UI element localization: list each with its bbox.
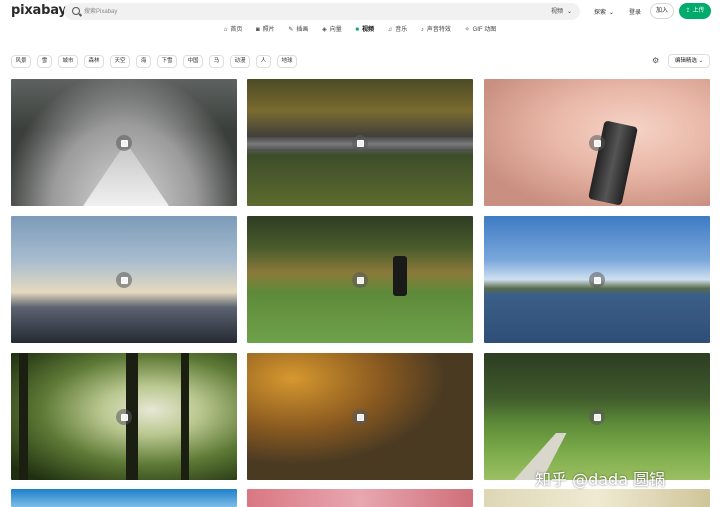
home-icon: ⌂	[223, 27, 228, 33]
gif-icon: ✧	[464, 27, 470, 33]
join-button[interactable]: 加入	[650, 3, 674, 19]
thumbnail-art	[588, 120, 638, 206]
video-thumbnail[interactable]	[484, 216, 710, 343]
video-thumbnail[interactable]	[247, 489, 473, 507]
watermark-text: 知乎 @dada 圆锅	[535, 470, 666, 489]
nav-item-gif[interactable]: ✧ GIF 动图	[465, 24, 497, 33]
vector-icon: ◈	[322, 27, 327, 33]
video-thumbnail[interactable]	[247, 216, 473, 343]
chevron-down-icon: ⌄	[698, 58, 704, 64]
thumbnail-art	[81, 149, 171, 206]
video-thumbnail[interactable]	[247, 79, 473, 206]
video-thumbnail[interactable]	[11, 353, 237, 480]
tag-chip[interactable]: 人	[256, 55, 271, 68]
tag-chip[interactable]: 马	[209, 55, 224, 68]
nav-label: 音乐	[395, 27, 408, 33]
nav-item-illustrations[interactable]: ✎ 插画	[288, 24, 308, 33]
music-icon: ♫	[387, 27, 393, 33]
tag-chip[interactable]: 下雪	[157, 55, 177, 68]
explore-label: 探索	[594, 10, 607, 16]
sound-effects-icon: ♪	[420, 27, 424, 33]
video-icon	[116, 271, 132, 288]
video-thumbnail[interactable]	[11, 79, 237, 206]
video-icon	[589, 408, 605, 425]
chevron-down-icon: ⌄	[609, 10, 615, 16]
explore-menu[interactable]: 探索 ⌄	[594, 7, 614, 16]
video-thumbnail[interactable]	[11, 489, 237, 507]
nav-item-music[interactable]: ♫ 音乐	[388, 24, 408, 33]
video-icon	[589, 271, 605, 288]
nav-label: 声音特效	[426, 27, 451, 33]
video-thumbnail[interactable]	[484, 489, 710, 507]
upload-label: 上传	[692, 8, 705, 14]
gear-icon[interactable]: ⚙	[652, 56, 659, 65]
search-type-label: 视频	[550, 9, 563, 15]
search-bar[interactable]: 搜索Pixabay 视频 ⌄	[64, 3, 580, 20]
tag-chip[interactable]: 风景	[11, 55, 31, 68]
upload-button[interactable]: ⇪ 上传	[679, 3, 711, 19]
tag-chip[interactable]: 中国	[183, 55, 203, 68]
tag-chip[interactable]: 天空	[110, 55, 130, 68]
video-icon	[116, 134, 132, 151]
camera-icon: ◙	[256, 27, 260, 33]
login-link[interactable]: 登录	[629, 7, 641, 16]
video-thumbnail[interactable]	[11, 216, 237, 343]
nav-item-photos[interactable]: ◙ 照片	[256, 24, 275, 33]
sort-dropdown[interactable]: 编辑精选 ⌄	[668, 54, 710, 68]
thumbnail-art	[393, 256, 407, 296]
tag-chip[interactable]: 动漫	[230, 55, 250, 68]
nav-item-vectors[interactable]: ◈ 向量	[322, 24, 342, 33]
upload-icon: ⇪	[685, 8, 691, 14]
video-thumbnail[interactable]	[484, 79, 710, 206]
nav-item-home[interactable]: ⌂ 首页	[224, 24, 243, 33]
nav-label: 照片	[262, 27, 275, 33]
nav-label: 向量	[329, 27, 342, 33]
video-icon	[352, 408, 368, 425]
nav-label: GIF 动图	[472, 27, 497, 33]
video-thumbnail[interactable]	[247, 353, 473, 480]
chevron-down-icon: ⌄	[566, 9, 572, 15]
tag-chip[interactable]: 森林	[84, 55, 104, 68]
thumbnail-art	[19, 353, 28, 480]
category-nav: ⌂ 首页 ◙ 照片 ✎ 插画 ◈ 向量 ■ 视频 ♫ 音乐 ♪ 声音特效 ✧ GIF 动图	[0, 24, 720, 37]
thumbnail-art	[181, 353, 189, 480]
tag-chip[interactable]: 城市	[58, 55, 78, 68]
nav-label: 首页	[230, 27, 243, 33]
video-icon	[589, 134, 605, 151]
video-thumbnail[interactable]	[484, 353, 710, 480]
search-type-dropdown[interactable]: 视频 ⌄	[551, 6, 572, 15]
video-icon	[116, 408, 132, 425]
video-icon: ■	[355, 27, 359, 33]
search-input[interactable]: 搜索Pixabay	[84, 6, 117, 15]
nav-label: 插画	[296, 27, 309, 33]
tag-chip[interactable]: 地球	[277, 55, 297, 68]
nav-item-sound-effects[interactable]: ♪ 声音特效	[421, 24, 451, 33]
tag-chip[interactable]: 雪	[37, 55, 52, 68]
sort-label: 编辑精选	[674, 58, 697, 64]
video-icon	[352, 271, 368, 288]
tag-chip[interactable]: 海	[136, 55, 151, 68]
video-icon	[352, 134, 368, 151]
pixabay-logo[interactable]: pixabay	[11, 3, 67, 18]
search-icon	[72, 7, 80, 15]
top-header: pixabay 搜索Pixabay 视频 ⌄ 探索 ⌄ 登录 加入 ⇪ 上传	[0, 0, 720, 22]
nav-label: 视频	[362, 27, 375, 33]
nav-item-videos[interactable]: ■ 视频	[355, 24, 374, 33]
brush-icon: ✎	[288, 27, 294, 33]
